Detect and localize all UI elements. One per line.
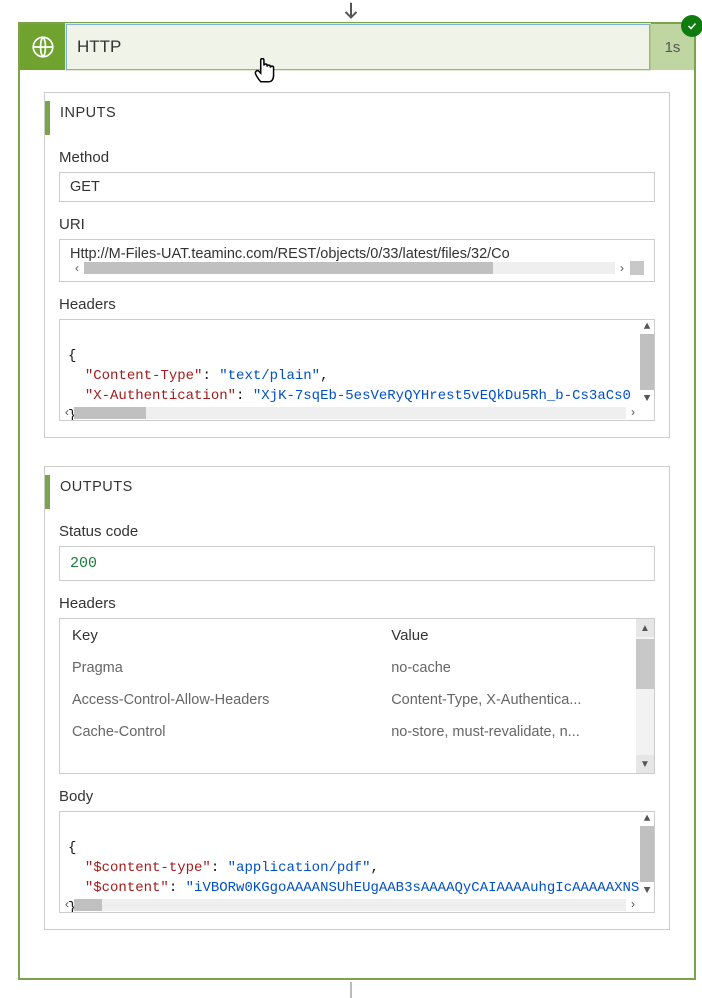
outputs-panel: OUTPUTS Status code 200 Headers Key Valu… <box>44 466 670 930</box>
table-value-header: Value <box>391 627 642 644</box>
scroll-right-icon[interactable]: › <box>615 261 629 275</box>
scroll-left-icon[interactable]: ‹ <box>60 898 74 912</box>
scroll-down-icon[interactable]: ▼ <box>640 392 654 406</box>
inputs-panel: INPUTS Method GET URI Http://M-Files-UAT… <box>44 92 670 438</box>
json-value: "application/pdf" <box>228 860 371 876</box>
input-headers-box[interactable]: { "Content-Type": "text/plain", "X-Authe… <box>59 319 655 421</box>
body-hscroll[interactable]: ‹ › <box>60 898 640 912</box>
header-key: Pragma <box>72 660 391 676</box>
scroll-up-icon[interactable]: ▲ <box>640 812 654 826</box>
output-headers-table[interactable]: Key Value Pragma no-cache Access-Control… <box>59 618 655 774</box>
json-value: "iVBORw0KGgoAAAANSUhEUgAAB3sAAAAQyCAIAAA… <box>186 880 640 896</box>
method-value[interactable]: GET <box>59 172 655 202</box>
scroll-left-icon[interactable]: ‹ <box>70 261 84 275</box>
table-row: Cache-Control no-store, must-revalidate,… <box>72 716 642 748</box>
scroll-left-icon[interactable]: ‹ <box>60 406 74 420</box>
output-headers-label: Headers <box>59 595 655 612</box>
method-label: Method <box>59 149 655 166</box>
json-brace: { <box>68 348 76 364</box>
output-body-box[interactable]: { "$content-type": "application/pdf", "$… <box>59 811 655 913</box>
http-globe-icon <box>20 24 66 70</box>
v-scroll-thumb[interactable] <box>640 826 654 882</box>
table-key-header: Key <box>72 627 391 644</box>
json-brace: { <box>68 840 76 856</box>
flow-connector-bottom <box>350 982 352 998</box>
scroll-up-icon[interactable]: ▲ <box>640 320 654 334</box>
header-value: no-store, must-revalidate, n... <box>391 724 642 740</box>
table-row: Pragma no-cache <box>72 652 642 684</box>
header-value: Content-Type, X-Authentica... <box>391 692 642 708</box>
uri-label: URI <box>59 216 655 233</box>
scroll-down-icon[interactable]: ▼ <box>636 755 654 773</box>
json-key: "X-Authentication" <box>85 388 236 404</box>
input-headers-hscroll[interactable]: ‹ › <box>60 406 640 420</box>
header-value: no-cache <box>391 660 642 676</box>
uri-horizontal-scrollbar[interactable]: ‹ › <box>70 261 644 275</box>
scroll-right-icon[interactable]: › <box>626 406 640 420</box>
header-key: Cache-Control <box>72 724 391 740</box>
v-scroll-thumb[interactable] <box>640 334 654 390</box>
json-key: "$content-type" <box>85 860 211 876</box>
table-vertical-scrollbar[interactable]: ▲ ▼ <box>636 619 654 773</box>
json-value: "text/plain" <box>219 368 320 384</box>
scroll-corner <box>630 261 644 275</box>
status-code-value[interactable]: 200 <box>59 546 655 581</box>
action-title[interactable]: HTTP <box>66 24 650 70</box>
uri-value-box[interactable]: Http://M-Files-UAT.teaminc.com/REST/obje… <box>59 239 655 282</box>
table-row: Access-Control-Allow-Headers Content-Typ… <box>72 684 642 716</box>
header-key: Access-Control-Allow-Headers <box>72 692 391 708</box>
status-code-label: Status code <box>59 523 655 540</box>
success-badge <box>681 15 702 37</box>
scroll-up-icon[interactable]: ▲ <box>636 619 654 637</box>
input-headers-label: Headers <box>59 296 655 313</box>
table-header-row: Key Value <box>60 619 654 652</box>
json-value: "XjK-7sqEb-5esVeRyQYHrest5vEQkDu5Rh_b-Cs… <box>253 388 631 404</box>
json-key: "Content-Type" <box>85 368 203 384</box>
v-scroll-thumb[interactable] <box>636 639 654 689</box>
http-action-card[interactable]: HTTP 1s INPUTS Method GET URI Http://M-F… <box>18 22 696 980</box>
inputs-title: INPUTS <box>45 101 655 135</box>
scroll-down-icon[interactable]: ▼ <box>640 884 654 898</box>
uri-value: Http://M-Files-UAT.teaminc.com/REST/obje… <box>70 246 644 262</box>
outputs-title: OUTPUTS <box>45 475 655 509</box>
body-label: Body <box>59 788 655 805</box>
scroll-right-icon[interactable]: › <box>626 898 640 912</box>
json-key: "$content" <box>85 880 169 896</box>
action-header[interactable]: HTTP 1s <box>20 24 694 70</box>
